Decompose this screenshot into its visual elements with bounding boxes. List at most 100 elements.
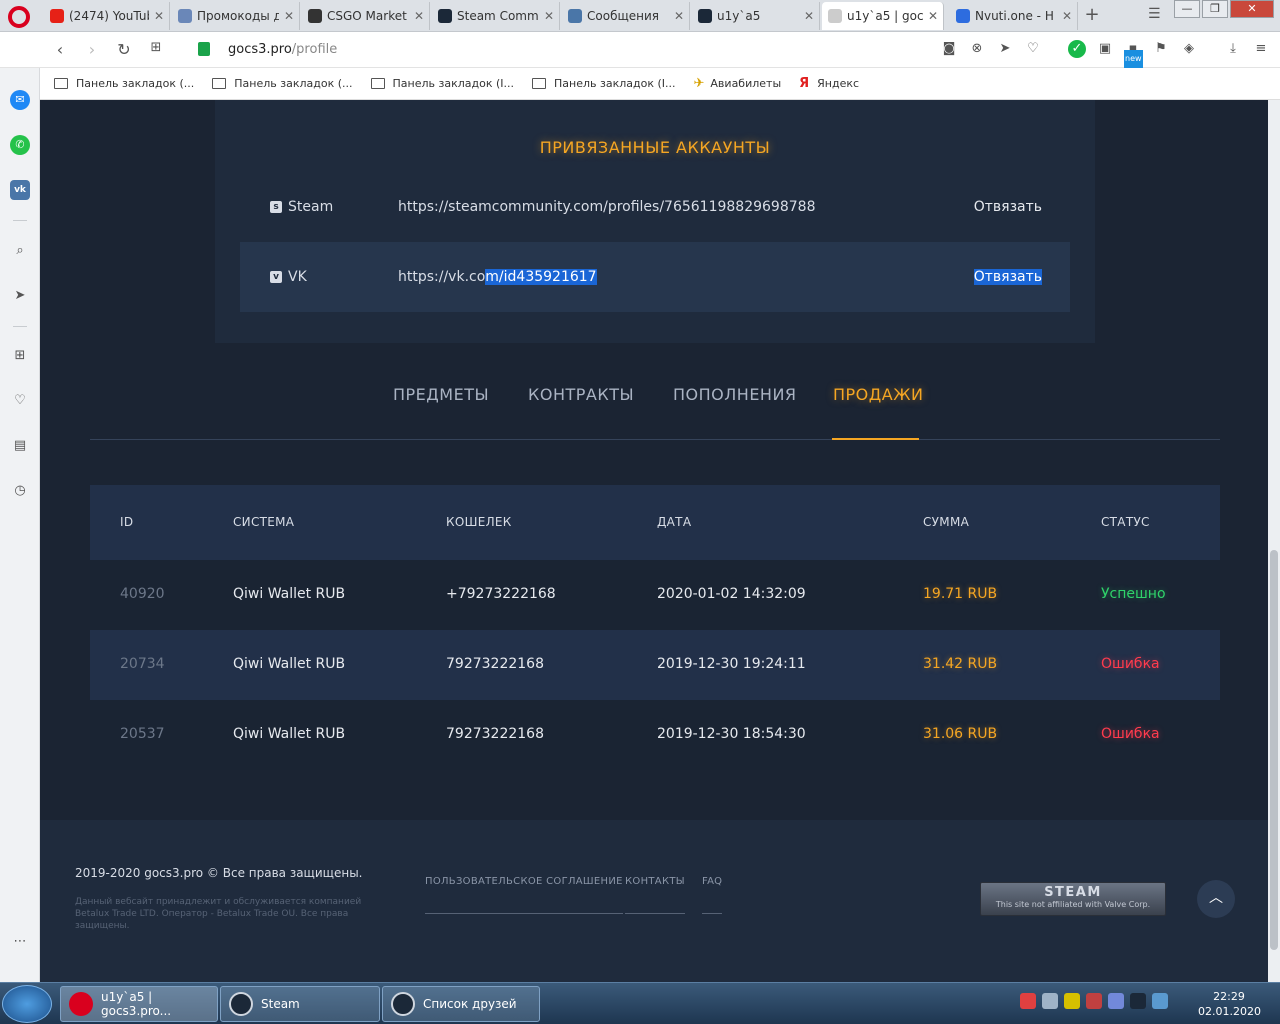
send-icon[interactable]: ➤ xyxy=(10,286,30,306)
minimize-button[interactable]: — xyxy=(1174,0,1200,18)
table-header: ID СИСТЕМА КОШЕЛЕК ДАТА СУММА СТАТУС xyxy=(90,485,1220,560)
speed-dial-icon[interactable]: ⊞ xyxy=(10,346,30,366)
bookmark-yandex[interactable]: Я Яндекс xyxy=(799,76,859,91)
more-icon[interactable]: ⋯ xyxy=(10,932,30,952)
taskbar-item-steam[interactable]: Steam xyxy=(220,986,380,1022)
start-button[interactable] xyxy=(2,985,52,1023)
page-content: ПРИВЯЗАННЫЕ АККАУНТЫ s Steam https://stea… xyxy=(40,100,1268,982)
account-row-steam: s Steam https://steamcommunity.com/profil… xyxy=(240,172,1070,242)
tab-sales[interactable]: ПРОДАЖИ xyxy=(833,385,923,404)
tab-close-icon[interactable]: ✕ xyxy=(799,9,819,23)
browser-tab[interactable]: Nvuti.one - H ✕ xyxy=(950,2,1078,30)
flag-extension-icon[interactable]: ⚑ xyxy=(1152,40,1170,58)
bookmark-folder[interactable]: Панель закладок (... xyxy=(54,77,194,90)
tab-close-icon[interactable]: ✕ xyxy=(409,9,429,23)
steam-icon xyxy=(438,9,452,23)
browser-tab[interactable]: (2474) YouTub ✕ xyxy=(44,2,170,30)
tab-menu-icon[interactable]: ☰ xyxy=(1148,6,1161,22)
column-header: СИСТЕМА xyxy=(233,515,295,529)
download-icon[interactable]: ⤓ xyxy=(1224,40,1242,58)
send-icon[interactable]: ➤ xyxy=(996,40,1014,58)
browser-tab[interactable]: u1y`a5 ✕ xyxy=(692,2,820,30)
clock[interactable]: 22:29 02.01.2020 xyxy=(1198,989,1261,1019)
csgo-market-icon xyxy=(308,9,322,23)
steam-icon[interactable] xyxy=(1130,993,1146,1009)
forward-icon[interactable]: › xyxy=(82,40,102,59)
browser-tab[interactable]: CSGO Market ✕ xyxy=(302,2,430,30)
speed-dial-icon[interactable]: ⊞ xyxy=(146,40,166,55)
scrollbar-thumb[interactable] xyxy=(1270,550,1278,950)
sim-extension-icon[interactable]: ▪ new xyxy=(1124,40,1143,68)
tab-contracts[interactable]: КОНТРАКТЫ xyxy=(528,385,634,404)
lock-icon[interactable] xyxy=(198,42,210,56)
check-extension-icon[interactable]: ✓ xyxy=(1068,40,1086,58)
volume-icon[interactable] xyxy=(1042,993,1058,1009)
bookmarks-bar: Панель закладок (... Панель закладок (..… xyxy=(40,68,1280,100)
vk-icon: v xyxy=(270,271,282,283)
search-icon[interactable]: ⌕ xyxy=(10,241,30,261)
scroll-to-top-button[interactable]: ︿ xyxy=(1197,880,1235,918)
site-favicon-icon xyxy=(178,9,192,23)
settings-icon[interactable]: ≡ xyxy=(1252,40,1270,58)
table-row: 20537 Qiwi Wallet RUB 79273222168 2019-1… xyxy=(120,726,1160,742)
browser-tab[interactable]: Промокоды д ✕ xyxy=(172,2,300,30)
block-icon[interactable]: ⊗ xyxy=(968,40,986,58)
tab-deposits[interactable]: ПОПОЛНЕНИЯ xyxy=(673,385,797,404)
taskbar-item-friends[interactable]: Список друзей xyxy=(382,986,540,1022)
tab-items[interactable]: ПРЕДМЕТЫ xyxy=(393,385,489,404)
whatsapp-icon[interactable]: ✆ xyxy=(10,135,30,155)
back-icon[interactable]: ‹ xyxy=(50,40,70,59)
tab-close-icon[interactable]: ✕ xyxy=(669,9,689,23)
bookmark-folder[interactable]: Панель закладок (... xyxy=(212,77,353,90)
window-controls: — ❐ ✕ xyxy=(1172,0,1274,18)
folder-icon xyxy=(370,78,385,89)
browser-tab[interactable]: Steam Comm ✕ xyxy=(432,2,560,30)
history-icon[interactable]: ◷ xyxy=(10,481,30,501)
url-field[interactable]: gocs3.pro/profile xyxy=(228,42,337,57)
tab-close-icon[interactable]: ✕ xyxy=(923,9,943,23)
network-icon[interactable] xyxy=(1152,993,1168,1009)
steam-icon xyxy=(698,9,712,23)
account-url: https://steamcommunity.com/profiles/7656… xyxy=(398,199,816,215)
heart-icon[interactable]: ♡ xyxy=(10,391,30,411)
mute-icon[interactable] xyxy=(1086,993,1102,1009)
avatar-extension-icon[interactable]: ▣ xyxy=(1096,40,1114,58)
tab-close-icon[interactable]: ✕ xyxy=(1057,9,1077,23)
heart-icon[interactable]: ♡ xyxy=(1024,40,1042,58)
close-window-button[interactable]: ✕ xyxy=(1230,0,1274,18)
maximize-button[interactable]: ❐ xyxy=(1202,0,1228,18)
terms-link[interactable]: ПОЛЬЗОВАТЕЛЬСКОЕ СОГЛАШЕНИЕ xyxy=(425,876,623,914)
opera-logo-icon[interactable] xyxy=(8,6,30,28)
bookmark-folder[interactable]: Панель закладок (I... xyxy=(370,77,514,90)
camera-icon[interactable]: ◙ xyxy=(940,40,958,58)
contacts-link[interactable]: КОНТАКТЫ xyxy=(625,876,685,914)
site-footer: 2019-2020 gocs3.pro © Все права защищены… xyxy=(40,820,1268,982)
table-row: 20734 Qiwi Wallet RUB 79273222168 2019-1… xyxy=(90,630,1220,700)
unlink-steam-button[interactable]: Отвязать xyxy=(950,199,1070,215)
bookmark-aviabilety[interactable]: ✈ Авиабилеты xyxy=(694,76,782,91)
browser-tab[interactable]: Сообщения ✕ xyxy=(562,2,690,30)
bookmark-folder[interactable]: Панель закладок (I... xyxy=(532,77,676,90)
column-header: СТАТУС xyxy=(1101,515,1150,529)
tab-close-icon[interactable]: ✕ xyxy=(149,9,169,23)
reload-icon[interactable]: ↻ xyxy=(114,40,134,59)
cube-extension-icon[interactable]: ◈ xyxy=(1180,40,1198,58)
vk-icon[interactable]: vk xyxy=(10,180,30,200)
tab-close-icon[interactable]: ✕ xyxy=(539,9,559,23)
page-scrollbar[interactable] xyxy=(1268,100,1280,982)
table-row: 40920 Qiwi Wallet RUB +79273222168 2020-… xyxy=(120,586,1166,602)
faq-link[interactable]: FAQ xyxy=(702,876,723,914)
steam-badge[interactable]: STEAM This site not affiliated with Valv… xyxy=(980,882,1166,916)
news-icon[interactable]: ▤ xyxy=(10,436,30,456)
unlink-vk-button[interactable]: Отвязать xyxy=(950,269,1070,285)
tray-icon[interactable] xyxy=(1064,993,1080,1009)
tab-close-icon[interactable]: ✕ xyxy=(279,9,299,23)
browser-tab-active[interactable]: u1y`a5 | gocs3 ✕ xyxy=(822,2,944,30)
new-tab-button[interactable]: + xyxy=(1082,4,1102,26)
folder-icon xyxy=(212,78,227,89)
column-header: СУММА xyxy=(923,515,970,529)
messenger-icon[interactable]: ✉ xyxy=(10,90,30,110)
tray-icon[interactable] xyxy=(1020,993,1036,1009)
discord-icon[interactable] xyxy=(1108,993,1124,1009)
taskbar-item-opera[interactable]: u1y`a5 | gocs3.pro... xyxy=(60,986,218,1022)
